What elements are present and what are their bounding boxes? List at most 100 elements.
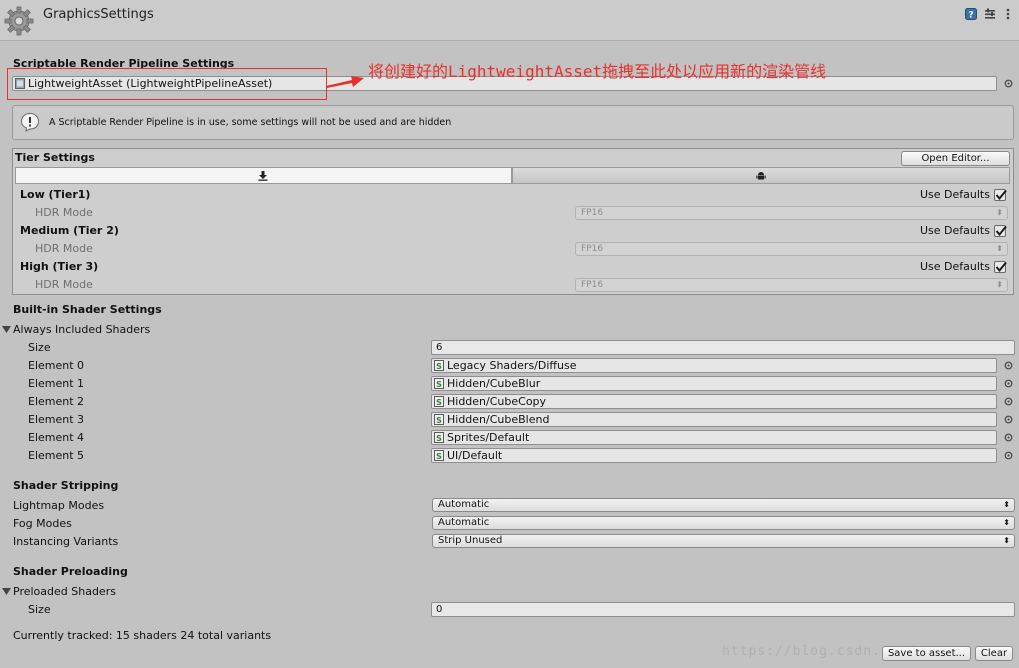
shader-icon: S xyxy=(434,414,444,425)
element-2-label: Element 2 xyxy=(28,395,85,408)
picker-icon[interactable] xyxy=(1004,415,1013,424)
tier-high-label: High (Tier 3) xyxy=(20,260,99,273)
checkmark-icon xyxy=(995,261,1007,273)
fog-modes-value: Automatic xyxy=(438,517,490,528)
dropdown-arrow-icon: ⬍ xyxy=(1003,500,1010,509)
svg-text:?: ? xyxy=(968,11,973,21)
element-5-value: UI/Default xyxy=(447,449,503,462)
tier-medium-hdr-label: HDR Mode xyxy=(35,242,93,255)
open-editor-button[interactable]: Open Editor... xyxy=(901,151,1010,166)
picker-icon[interactable] xyxy=(1004,451,1013,460)
picker-icon[interactable] xyxy=(1004,79,1013,88)
element-3-field[interactable]: S Hidden/CubeBlend xyxy=(431,412,997,427)
element-4-label: Element 4 xyxy=(28,431,85,444)
preloaded-size-label: Size xyxy=(28,603,51,616)
info-text: A Scriptable Render Pipeline is in use, … xyxy=(49,117,452,128)
instancing-variants-label: Instancing Variants xyxy=(13,535,119,548)
lightmap-modes-label: Lightmap Modes xyxy=(13,499,105,512)
svg-text:S: S xyxy=(436,434,442,443)
tier-high-hdr-dropdown: FP16 ⬍ xyxy=(575,278,1008,292)
menu-icon[interactable] xyxy=(1002,8,1014,20)
tier-high-hdr-label: HDR Mode xyxy=(35,278,93,291)
tier-high-use-defaults-checkbox[interactable] xyxy=(994,261,1007,273)
tier-medium-use-defaults-label: Use Defaults xyxy=(920,224,990,237)
instancing-variants-value: Strip Unused xyxy=(438,535,503,546)
picker-icon[interactable] xyxy=(1004,361,1013,370)
always-included-shaders-foldout[interactable]: Always Included Shaders xyxy=(13,323,150,336)
lightmap-modes-dropdown[interactable]: Automatic ⬍ xyxy=(432,498,1015,512)
tier-high-use-defaults-label: Use Defaults xyxy=(920,260,990,273)
clear-button[interactable]: Clear xyxy=(975,646,1013,661)
window-title: GraphicsSettings xyxy=(43,7,154,22)
element-5-label: Element 5 xyxy=(28,449,85,462)
preloaded-shaders-foldout[interactable]: Preloaded Shaders xyxy=(13,585,116,598)
svg-text:S: S xyxy=(436,452,442,461)
tab-standalone[interactable] xyxy=(15,167,512,184)
tier-low-use-defaults-checkbox[interactable] xyxy=(994,189,1007,201)
svg-text:S: S xyxy=(436,380,442,389)
tier-low-hdr-value: FP16 xyxy=(581,208,604,218)
annotation-text: 将创建好的LightweightAsset拖拽至此处以应用新的渲染管线 xyxy=(368,62,827,81)
picker-icon[interactable] xyxy=(1004,379,1013,388)
always-included-size-label: Size xyxy=(28,341,51,354)
fog-modes-label: Fog Modes xyxy=(13,517,72,530)
annotation-arrow xyxy=(326,76,364,88)
picker-icon[interactable] xyxy=(1004,397,1013,406)
tier-low-label: Low (Tier1) xyxy=(20,188,91,201)
foldout-arrow-icon[interactable] xyxy=(2,325,11,334)
builtin-shader-settings-header: Built-in Shader Settings xyxy=(13,303,162,316)
shader-icon: S xyxy=(434,450,444,461)
element-2-field[interactable]: S Hidden/CubeCopy xyxy=(431,394,997,409)
shader-stripping-header: Shader Stripping xyxy=(13,479,119,492)
shader-icon: S xyxy=(434,360,444,371)
warning-icon xyxy=(20,112,40,132)
android-icon xyxy=(756,172,766,180)
preloaded-size-input[interactable]: 0 xyxy=(431,602,1015,617)
element-1-value: Hidden/CubeBlur xyxy=(447,377,541,390)
element-0-value: Legacy Shaders/Diffuse xyxy=(447,359,577,372)
picker-icon[interactable] xyxy=(1004,433,1013,442)
element-0-field[interactable]: S Legacy Shaders/Diffuse xyxy=(431,358,997,373)
tracked-status-text: Currently tracked: 15 shaders 24 total v… xyxy=(13,629,272,642)
tier-low-use-defaults-label: Use Defaults xyxy=(920,188,990,201)
tier-low-hdr-dropdown: FP16 ⬍ xyxy=(575,206,1008,220)
gear-icon xyxy=(4,6,34,36)
checkmark-icon xyxy=(995,225,1007,237)
tier-settings-header: Tier Settings xyxy=(15,151,95,164)
tier-medium-label: Medium (Tier 2) xyxy=(20,224,119,237)
always-included-size-input[interactable]: 6 xyxy=(431,340,1015,355)
element-1-label: Element 1 xyxy=(28,377,85,390)
shader-icon: S xyxy=(434,432,444,443)
dropdown-arrow-icon: ⬍ xyxy=(996,208,1003,217)
tier-medium-hdr-value: FP16 xyxy=(581,244,604,254)
element-3-label: Element 3 xyxy=(28,413,85,426)
svg-text:S: S xyxy=(436,362,442,371)
fog-modes-dropdown[interactable]: Automatic ⬍ xyxy=(432,516,1015,530)
foldout-arrow-icon[interactable] xyxy=(2,587,11,596)
svg-text:S: S xyxy=(436,398,442,407)
element-3-value: Hidden/CubeBlend xyxy=(447,413,550,426)
element-1-field[interactable]: S Hidden/CubeBlur xyxy=(431,376,997,391)
dropdown-arrow-icon: ⬍ xyxy=(996,244,1003,253)
dropdown-arrow-icon: ⬍ xyxy=(996,280,1003,289)
dropdown-arrow-icon: ⬍ xyxy=(1003,536,1010,545)
help-icon[interactable]: ? xyxy=(965,8,977,20)
instancing-variants-dropdown[interactable]: Strip Unused ⬍ xyxy=(432,534,1015,548)
element-0-label: Element 0 xyxy=(28,359,85,372)
download-icon xyxy=(258,171,268,181)
element-5-field[interactable]: S UI/Default xyxy=(431,448,997,463)
save-to-asset-button[interactable]: Save to asset... xyxy=(882,646,971,661)
tier-medium-hdr-dropdown: FP16 ⬍ xyxy=(575,242,1008,256)
tier-low-hdr-label: HDR Mode xyxy=(35,206,93,219)
tier-medium-use-defaults-checkbox[interactable] xyxy=(994,225,1007,237)
checkmark-icon xyxy=(995,189,1007,201)
tier-high-hdr-value: FP16 xyxy=(581,280,604,290)
element-4-field[interactable]: S Sprites/Default xyxy=(431,430,997,445)
tab-android[interactable] xyxy=(512,167,1010,184)
settings-icon[interactable] xyxy=(984,8,996,20)
shader-preloading-header: Shader Preloading xyxy=(13,565,128,578)
dropdown-arrow-icon: ⬍ xyxy=(1003,518,1010,527)
svg-text:S: S xyxy=(436,416,442,425)
shader-icon: S xyxy=(434,378,444,389)
annotation-highlight-box xyxy=(7,68,327,100)
